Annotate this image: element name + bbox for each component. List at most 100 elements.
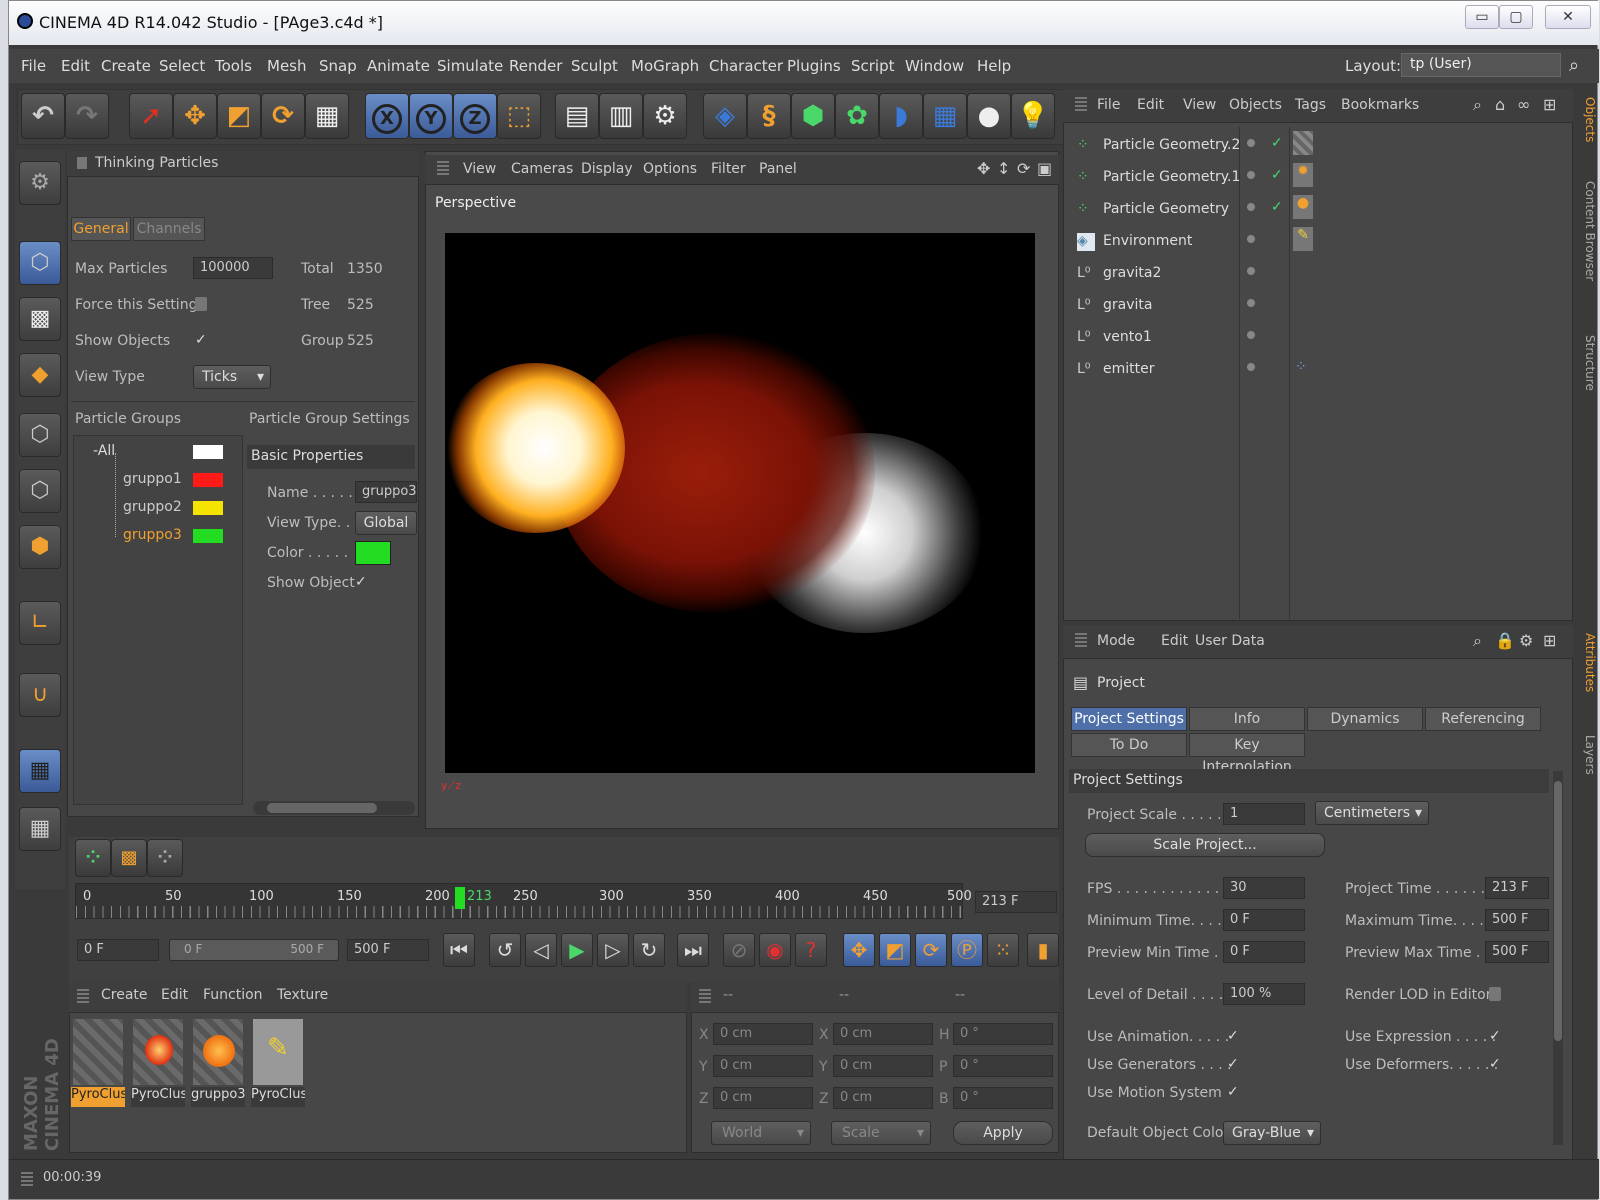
side-tab-objects[interactable]: Objects <box>1575 97 1597 142</box>
minimize-button[interactable]: ▭ <box>1465 5 1499 29</box>
previous-frame-icon[interactable]: ◁ <box>525 933 557 967</box>
undo-icon[interactable]: ↶ <box>21 93 65 139</box>
render-settings-icon[interactable]: ⚙ <box>643 93 687 139</box>
group-gruppo3[interactable]: gruppo3 <box>123 527 182 543</box>
deformer-icon[interactable]: ◗ <box>879 93 923 139</box>
preview-max-time-field[interactable]: 500 F <box>1485 941 1549 963</box>
render-frame[interactable] <box>445 233 1035 773</box>
close-button[interactable]: ✕ <box>1545 5 1591 29</box>
menu-plugins[interactable]: Plugins <box>787 57 841 75</box>
tab-key-interpolation[interactable]: Key Interpolation <box>1189 733 1305 775</box>
apply-button[interactable]: Apply <box>953 1121 1053 1145</box>
material-menu-edit[interactable]: Edit <box>161 987 188 1003</box>
minimum-time-field[interactable]: 0 F <box>1223 909 1305 931</box>
material-menu-create[interactable]: Create <box>101 987 148 1003</box>
use-motion-system-checkbox[interactable]: ✓ <box>1227 1085 1241 1099</box>
material-item[interactable]: PyroClus <box>71 1017 125 1109</box>
record-rotation-icon[interactable]: ⟳ <box>915 933 947 967</box>
group-all[interactable]: -All <box>93 443 115 459</box>
attr-menu-user-data[interactable]: User Data <box>1195 633 1265 649</box>
size-y-field[interactable]: 0 cm <box>833 1055 933 1077</box>
name-field[interactable]: gruppo3 <box>355 481 417 503</box>
use-expression-checkbox[interactable]: ✓ <box>1489 1029 1503 1043</box>
use-generators-checkbox[interactable]: ✓ <box>1227 1057 1241 1071</box>
tp-particles-icon[interactable]: ⁘ <box>75 839 111 877</box>
viewport-menu-options[interactable]: Options <box>643 161 697 177</box>
visibility-dot[interactable] <box>1247 363 1255 371</box>
menu-help[interactable]: Help <box>977 57 1011 75</box>
view-type-dropdown[interactable]: Ticks ▾ <box>193 365 271 389</box>
material-item[interactable]: PyroClus <box>131 1017 185 1109</box>
spline-icon[interactable]: § <box>747 93 791 139</box>
record-position-icon[interactable]: ✥ <box>843 933 875 967</box>
coordinate-system-dropdown[interactable]: World ▾ <box>711 1121 811 1145</box>
viewport-move-icon[interactable]: ✥ <box>977 159 990 178</box>
rotate-icon[interactable]: ⟳ <box>261 93 305 139</box>
use-deformers-checkbox[interactable]: ✓ <box>1489 1057 1503 1071</box>
project-time-field[interactable]: 213 F <box>1485 877 1549 899</box>
go-to-end-icon[interactable]: ⏭ <box>677 933 709 967</box>
tab-dynamics[interactable]: Dynamics <box>1307 707 1423 731</box>
vertical-scrollbar[interactable] <box>1553 771 1563 1145</box>
level-of-detail-field[interactable]: 100 % <box>1223 983 1305 1005</box>
layout-select[interactable]: tp (User) <box>1401 53 1561 77</box>
size-z-field[interactable]: 0 cm <box>833 1087 933 1109</box>
material-tag-icon[interactable] <box>1293 131 1313 155</box>
show-object-checkbox[interactable]: ✓ <box>355 575 369 589</box>
visibility-dot[interactable] <box>1247 203 1255 211</box>
tab-channels[interactable]: Channels <box>133 217 205 241</box>
workplane-icon[interactable]: ◆ <box>19 353 61 397</box>
group-gruppo2[interactable]: gruppo2 <box>123 499 182 515</box>
size-x-field[interactable]: 0 cm <box>833 1023 933 1045</box>
objects-menu-tags[interactable]: Tags <box>1295 97 1326 113</box>
visibility-dot[interactable] <box>1247 171 1255 179</box>
viewport-menu-panel[interactable]: Panel <box>759 161 797 177</box>
menu-mograph[interactable]: MoGraph <box>631 57 699 75</box>
planar-workplane-icon[interactable]: ▦ <box>19 807 61 851</box>
record-parameter-icon[interactable]: Ⓟ <box>951 933 983 967</box>
timeline-icon[interactable]: ▮ <box>1027 933 1059 967</box>
cube-icon[interactable]: ◈ <box>703 93 747 139</box>
color-swatch[interactable] <box>355 541 391 565</box>
visibility-dot[interactable] <box>1247 267 1255 275</box>
snap-magnet-icon[interactable]: ∪ <box>19 673 61 717</box>
end-frame-field[interactable]: 500 F <box>347 939 429 961</box>
side-tab-layers[interactable]: Layers <box>1575 735 1597 775</box>
recent-tools-icon[interactable]: ▦ <box>305 93 349 139</box>
record-scale-icon[interactable]: ◩ <box>879 933 911 967</box>
viewport-menu-filter[interactable]: Filter <box>711 161 746 177</box>
current-frame-field[interactable]: 213 F <box>975 891 1057 913</box>
attr-menu-edit[interactable]: Edit <box>1161 633 1188 649</box>
model-mode-icon[interactable]: ⬡ <box>19 241 61 285</box>
menu-render[interactable]: Render <box>509 57 562 75</box>
move-icon[interactable]: ✥ <box>173 93 217 139</box>
go-to-start-icon[interactable]: ⏮ <box>443 933 475 967</box>
previous-key-icon[interactable]: ↺ <box>489 933 521 967</box>
objects-menu-objects[interactable]: Objects <box>1229 97 1282 113</box>
fire-material-tag-icon[interactable]: ✹ <box>1293 163 1313 187</box>
tp-group-icon[interactable]: ⁘ <box>147 839 183 877</box>
menu-snap[interactable]: Snap <box>319 57 357 75</box>
fps-field[interactable]: 30 <box>1223 877 1305 899</box>
make-editable-icon[interactable]: ⚙ <box>19 161 61 205</box>
record-active-icon[interactable]: ⊘ <box>723 933 755 967</box>
z-axis-icon[interactable]: Z <box>453 93 497 139</box>
material-menu-function[interactable]: Function <box>203 987 263 1003</box>
side-tab-structure[interactable]: Structure <box>1575 335 1597 391</box>
max-particles-field[interactable]: 100000 <box>193 257 273 279</box>
menu-create[interactable]: Create <box>101 57 151 75</box>
object-row-particle-geometry-2[interactable]: ⁘ Particle Geometry.2 <box>1067 131 1245 161</box>
object-row-particle-geometry[interactable]: ⁘ Particle Geometry <box>1067 195 1245 225</box>
link-icon[interactable]: ∞ <box>1517 95 1530 114</box>
play-icon[interactable]: ▶ <box>561 933 593 967</box>
side-tab-attributes[interactable]: Attributes <box>1575 633 1597 692</box>
material-item[interactable]: ✎ PyroClus <box>251 1017 305 1109</box>
tab-project-settings[interactable]: Project Settings <box>1071 707 1187 731</box>
menu-window[interactable]: Window <box>905 57 964 75</box>
viewport-switch-icon[interactable]: ▣ <box>1037 159 1052 178</box>
subdivision-icon[interactable]: ⬢ <box>791 93 835 139</box>
rotation-h-field[interactable]: 0 ° <box>953 1023 1053 1045</box>
home-icon[interactable]: ⌂ <box>1495 95 1505 114</box>
objects-menu-bookmarks[interactable]: Bookmarks <box>1341 97 1419 113</box>
scrollbar-thumb[interactable] <box>267 803 377 813</box>
